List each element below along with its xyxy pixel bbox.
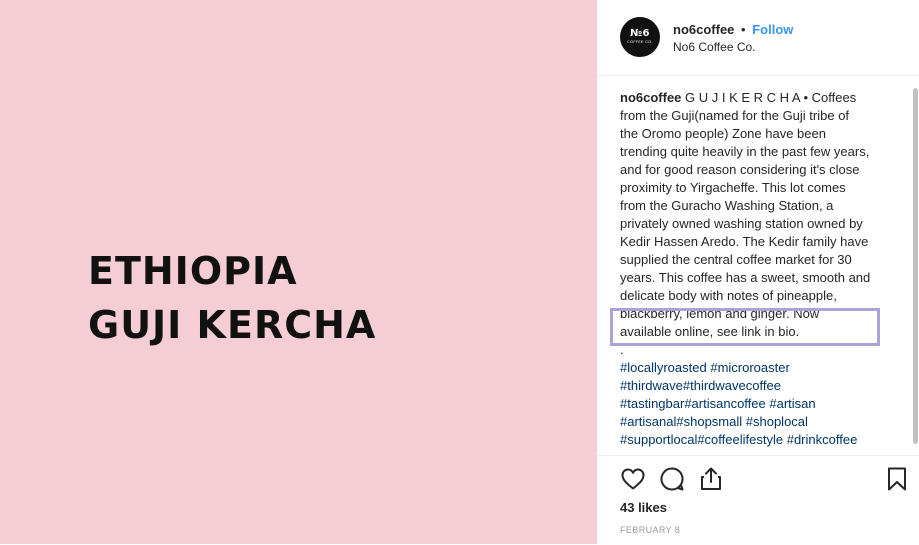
- post-side-panel: №6 COFFEE CO. no6coffee • Follow No6 Cof…: [597, 0, 919, 544]
- hashtag-link[interactable]: #artisancoffee: [684, 396, 765, 411]
- caption-username-link[interactable]: no6coffee: [620, 90, 681, 105]
- avatar-logo-text: №6: [630, 28, 650, 39]
- share-icon[interactable]: [698, 466, 724, 492]
- hashtag-line: #tastingbar#artisancoffee #artisan: [620, 395, 892, 413]
- hashtag-link[interactable]: #thirdwave: [620, 378, 683, 393]
- caption-line: years. This coffee has a sweet, smooth a…: [620, 270, 871, 285]
- hashtag-link[interactable]: #shopsmall: [676, 414, 742, 429]
- heart-icon[interactable]: [620, 466, 646, 492]
- caption-line: Kedir Hassen Aredo. The Kedir family hav…: [620, 234, 869, 249]
- caption-scrollbar[interactable]: [913, 80, 919, 452]
- likes-count[interactable]: 43 likes: [620, 500, 667, 515]
- caption-line: delicate body with notes of pineapple,: [620, 288, 837, 303]
- hashtag-link[interactable]: #supportlocal: [620, 432, 697, 447]
- caption-line: from the Guji(named for the Guji tribe o…: [620, 108, 850, 123]
- caption-line: no6coffee G U J I K E R C H A • Coffees: [620, 90, 857, 105]
- action-bar: 43 likes FEBRUARY 8: [597, 455, 919, 545]
- caption-area[interactable]: no6coffee G U J I K E R C H A • Coffees …: [597, 75, 919, 455]
- hashtag-link[interactable]: #locallyroasted: [620, 360, 707, 375]
- bookmark-icon[interactable]: [884, 466, 910, 492]
- hashtag-line: #locallyroasted #microroaster: [620, 359, 892, 377]
- headline-line-2: GUJI KERCHA: [88, 303, 377, 347]
- follow-button[interactable]: Follow: [752, 22, 793, 37]
- hashtag-link[interactable]: #microroaster: [710, 360, 789, 375]
- hashtag-link[interactable]: #artisanal: [620, 414, 676, 429]
- caption-line: from the Guracho Washing Station, a: [620, 198, 834, 213]
- headline-line-1: ETHIOPIA: [88, 249, 298, 293]
- highlight-annotation-box: [610, 308, 880, 346]
- hashtag-link[interactable]: #thirdwavecoffee: [683, 378, 781, 393]
- caption-line: privately owned washing station owned by: [620, 216, 863, 231]
- hashtag-line: #thirdwave#thirdwavecoffee: [620, 377, 892, 395]
- post-header: №6 COFFEE CO. no6coffee • Follow No6 Cof…: [597, 0, 919, 76]
- caption-line: the Oromo people) Zone have been: [620, 126, 826, 141]
- avatar[interactable]: №6 COFFEE CO.: [620, 17, 660, 57]
- separator-dot: •: [741, 22, 746, 37]
- hashtag-link[interactable]: #coffeelifestyle: [697, 432, 783, 447]
- hashtag-line: #artisanal#shopsmall #shoplocal: [620, 413, 892, 431]
- comment-icon[interactable]: [659, 466, 685, 492]
- avatar-logo-subtext: COFFEE CO.: [627, 40, 653, 44]
- post-date[interactable]: FEBRUARY 8: [620, 525, 680, 535]
- hashtag-link[interactable]: #artisan: [769, 396, 815, 411]
- caption-line: trending quite heavily in the past few y…: [620, 144, 870, 159]
- hashtag-link[interactable]: #shoplocal: [746, 414, 808, 429]
- post-image[interactable]: ETHIOPIA GUJI KERCHA: [0, 0, 597, 544]
- hashtag-line: #supportlocal#coffeelifestyle #drinkcoff…: [620, 431, 892, 449]
- hashtag-link[interactable]: #tastingbar: [620, 396, 684, 411]
- caption-line: proximity to Yirgacheffe. This lot comes: [620, 180, 846, 195]
- caption-line: supplied the central coffee market for 3…: [620, 252, 852, 267]
- post-headline: ETHIOPIA GUJI KERCHA: [88, 244, 376, 352]
- hashtag-link[interactable]: #drinkcoffee: [787, 432, 858, 447]
- display-name: No6 Coffee Co.: [673, 40, 756, 54]
- caption-line: and for good reason considering it's clo…: [620, 162, 860, 177]
- header-user-row: no6coffee • Follow: [673, 22, 793, 37]
- caption-text: no6coffee G U J I K E R C H A • Coffees …: [620, 89, 892, 449]
- username-link[interactable]: no6coffee: [673, 22, 734, 37]
- scrollbar-thumb[interactable]: [913, 88, 918, 444]
